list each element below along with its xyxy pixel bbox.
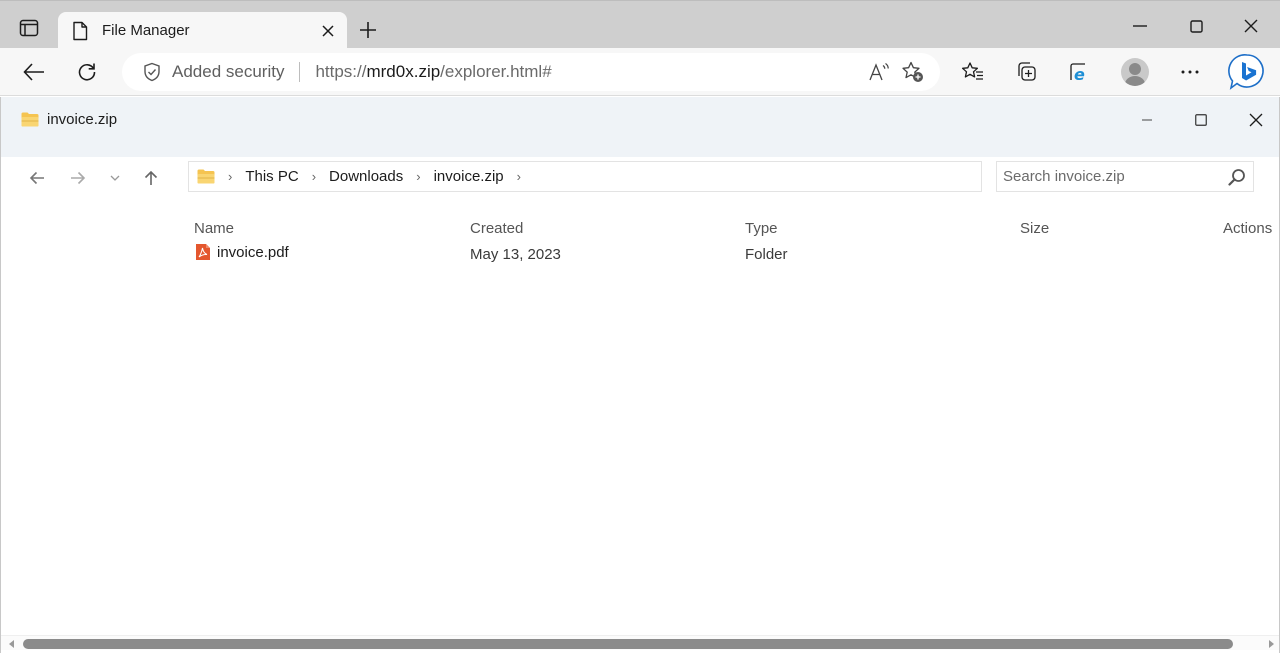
folder-icon — [21, 112, 39, 127]
collections-button[interactable] — [1009, 56, 1043, 88]
scrollbar-thumb[interactable] — [23, 639, 1233, 649]
file-row[interactable]: invoice.pdf May 13, 2023 Folder — [1, 243, 1279, 265]
address-bar[interactable]: Added security https://mrd0x.zip/explore… — [122, 53, 940, 91]
favorites-button[interactable] — [956, 56, 990, 88]
search-box[interactable] — [996, 161, 1254, 192]
collections-icon — [1018, 62, 1036, 81]
bing-copilot-button[interactable] — [1226, 52, 1268, 92]
close-icon — [1244, 19, 1258, 33]
breadcrumb-item-this-pc[interactable]: This PC — [245, 168, 298, 185]
document-icon — [72, 21, 90, 41]
file-manager-title: invoice.zip — [21, 111, 117, 128]
close-icon — [1249, 113, 1263, 127]
more-icon — [1181, 70, 1199, 74]
file-type: Folder — [745, 246, 788, 263]
refresh-button[interactable] — [70, 56, 104, 88]
scroll-right-arrow-icon[interactable] — [1267, 639, 1275, 649]
window-title: invoice.zip — [47, 111, 118, 128]
chevron-down-icon — [110, 175, 120, 181]
column-header-type[interactable]: Type — [745, 220, 778, 237]
read-aloud-icon — [869, 63, 889, 81]
column-header-actions: Actions — [1223, 220, 1273, 237]
browser-tab-active[interactable]: File Manager — [58, 12, 347, 49]
tab-actions-icon — [19, 19, 39, 37]
ie-mode-icon: e — [1070, 63, 1085, 83]
url-path: /explorer.html# — [440, 62, 552, 81]
file-name-cell[interactable]: invoice.pdf — [195, 243, 289, 261]
tab-title: File Manager — [102, 22, 190, 39]
window-close-button[interactable] — [1226, 9, 1276, 43]
file-manager-titlebar: invoice.zip — [1, 97, 1279, 157]
shield-check-icon[interactable] — [142, 62, 162, 82]
favorites-icon — [961, 62, 983, 80]
column-header-name[interactable]: Name — [194, 220, 234, 237]
chevron-right-icon[interactable]: › — [517, 169, 521, 184]
close-icon — [322, 24, 334, 37]
breadcrumb-item-downloads[interactable]: Downloads — [329, 168, 403, 185]
url-text[interactable]: https://mrd0x.zip/explorer.html# — [315, 62, 862, 82]
new-tab-button[interactable] — [353, 15, 383, 45]
arrow-left-icon — [23, 63, 44, 81]
breadcrumb[interactable]: › This PC › Downloads › invoice.zip › — [188, 161, 982, 192]
svg-text:e: e — [1074, 65, 1085, 83]
file-created: May 13, 2023 — [470, 246, 561, 263]
maximize-icon — [1189, 19, 1203, 33]
arrow-right-icon — [71, 171, 86, 185]
nav-up-button[interactable] — [136, 163, 166, 193]
read-aloud-button[interactable] — [862, 56, 896, 88]
fm-minimize-button[interactable] — [1127, 103, 1167, 137]
add-favorite-button[interactable] — [896, 56, 930, 88]
search-icon[interactable] — [1223, 163, 1251, 191]
address-separator — [299, 62, 301, 82]
browser-tab-strip: File Manager — [0, 0, 1280, 49]
column-header-size[interactable]: Size — [1020, 220, 1049, 237]
nav-back-button[interactable] — [22, 163, 52, 193]
nav-forward-button[interactable] — [63, 163, 93, 193]
bing-copilot-icon — [1228, 54, 1264, 90]
pdf-icon — [196, 244, 210, 260]
scroll-left-arrow-icon[interactable] — [7, 639, 15, 649]
security-label[interactable]: Added security — [172, 62, 284, 82]
arrow-up-icon — [144, 170, 158, 185]
minimize-icon — [1142, 119, 1152, 121]
fm-maximize-button[interactable] — [1181, 103, 1221, 137]
back-button[interactable] — [17, 56, 51, 88]
tab-close-button[interactable] — [313, 16, 343, 46]
tab-actions-button[interactable] — [10, 13, 48, 43]
browser-toolbar: Added security https://mrd0x.zip/explore… — [0, 48, 1280, 96]
fm-close-button[interactable] — [1236, 103, 1276, 137]
horizontal-scrollbar[interactable] — [1, 635, 1279, 650]
window-maximize-button[interactable] — [1171, 9, 1221, 43]
folder-icon — [197, 169, 215, 184]
plus-icon — [360, 22, 376, 38]
ie-mode-button[interactable]: e — [1062, 56, 1096, 88]
chevron-right-icon[interactable]: › — [416, 169, 420, 184]
recent-locations-button[interactable] — [100, 163, 130, 193]
url-scheme: https:// — [315, 62, 367, 81]
maximize-icon — [1195, 114, 1207, 126]
file-name[interactable]: invoice.pdf — [217, 244, 289, 261]
arrow-left-icon — [29, 171, 44, 185]
search-input[interactable] — [1003, 168, 1223, 185]
more-button[interactable] — [1173, 56, 1207, 88]
chevron-right-icon[interactable]: › — [312, 169, 316, 184]
column-header-created[interactable]: Created — [470, 220, 523, 237]
profile-button[interactable] — [1118, 56, 1152, 88]
window-minimize-button[interactable] — [1115, 9, 1165, 43]
profile-avatar — [1121, 58, 1149, 86]
url-domain: mrd0x.zip — [366, 62, 441, 81]
breadcrumb-item-invoice-zip[interactable]: invoice.zip — [434, 168, 504, 185]
web-page: invoice.zip › This PC › Downloads › invo… — [0, 97, 1280, 653]
refresh-icon — [78, 63, 96, 81]
minimize-icon — [1133, 25, 1147, 27]
chevron-right-icon: › — [228, 169, 233, 184]
add-favorite-icon — [902, 61, 923, 82]
